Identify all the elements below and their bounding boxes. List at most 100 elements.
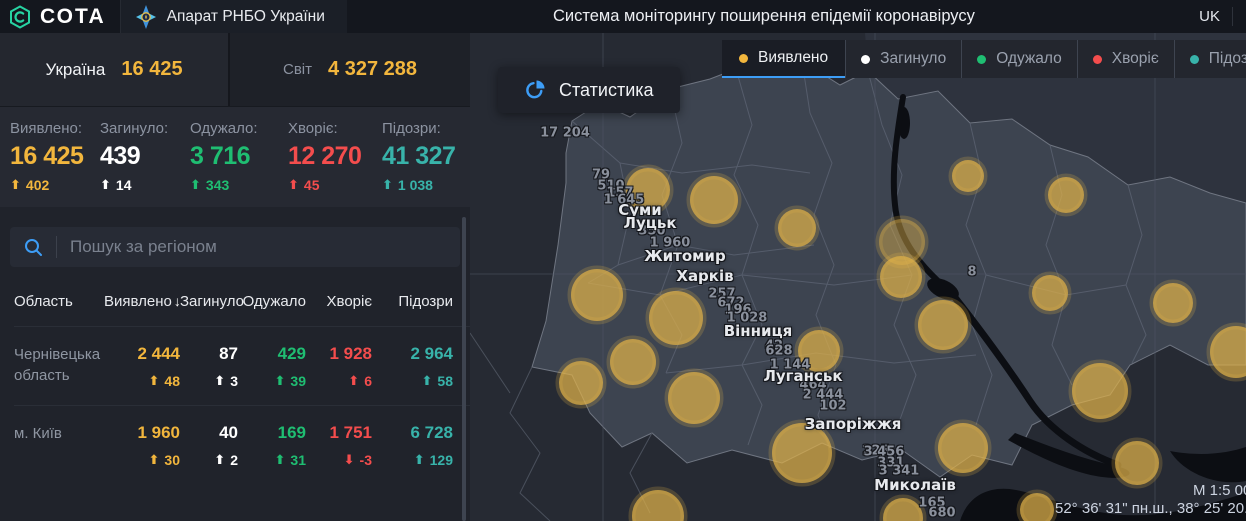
case-bubble[interactable] (938, 423, 988, 473)
legend-tab-sick[interactable]: Хворіє (1077, 40, 1174, 78)
case-bubble[interactable] (668, 372, 720, 424)
header-right-divider (1232, 7, 1233, 26)
cell-value: 6 728 (372, 423, 453, 443)
sota-brand[interactable]: СОТА (0, 0, 120, 33)
region-search (10, 227, 460, 267)
column-header-2[interactable]: Загинуло (180, 293, 238, 310)
search-input[interactable] (57, 237, 387, 257)
cell-delta: ⬆129 (372, 452, 453, 468)
stat-delta: ⬆1 038 (382, 177, 470, 193)
recovered-dot-icon (977, 55, 986, 64)
case-bubble[interactable] (798, 330, 840, 372)
stat-value: 12 270 (288, 142, 382, 171)
case-bubble[interactable] (571, 269, 623, 321)
map-area[interactable]: 17 204795101571 6453501 9602576721961 02… (470, 33, 1246, 521)
cell-delta-value: 30 (164, 452, 180, 468)
sidebar-scrollbar[interactable] (462, 217, 466, 521)
table-cell: 1 928⬆6 (306, 344, 372, 389)
case-bubble[interactable] (690, 176, 738, 224)
column-header-4[interactable]: Хворіє (306, 293, 372, 310)
case-bubble[interactable] (778, 209, 816, 247)
cell-delta-value: 48 (164, 373, 180, 389)
case-bubble[interactable] (918, 300, 968, 350)
tab-ukraine-label: Україна (45, 60, 105, 80)
national-stats: Виявлено:16 425⬆402Загинуло: 439 ⬆ 14 Одужал… (0, 107, 470, 207)
column-header-0[interactable]: Область (14, 293, 104, 310)
case-bubble[interactable] (649, 291, 703, 345)
language-switcher[interactable]: UK (1199, 0, 1220, 33)
case-bubble[interactable] (1032, 275, 1068, 311)
up-arrow-icon: ⬆ (214, 454, 225, 467)
table-row[interactable]: Чернівецька область2 444⬆4887⬆3429⬆391 9… (14, 326, 470, 389)
column-header-5[interactable]: Підозри (372, 293, 453, 310)
table-header: ОбластьВиявлено↓ЗагинулоОдужалоХворієПід… (14, 293, 470, 310)
up-arrow-icon: ⬆ (382, 179, 393, 192)
cell-delta: ⬆3 (180, 373, 238, 389)
case-bubble[interactable] (632, 490, 684, 521)
statistics-button[interactable]: Статистика (498, 67, 680, 113)
legend-tab-label: Підозри (1209, 50, 1246, 68)
stat-1: Загинуло:439⬆14 (100, 120, 190, 207)
case-bubble[interactable] (1048, 177, 1084, 213)
stat-2: Одужало:3 716⬆343 (190, 120, 288, 207)
case-bubble[interactable] (772, 423, 832, 483)
legend-tab-deaths[interactable]: Загинуло (845, 40, 961, 78)
table-cell: 1 960 ⬆ 30 (104, 423, 180, 468)
case-bubble[interactable] (952, 160, 984, 192)
stat-label: Підозри: (382, 120, 470, 137)
cell-delta-value: 6 (364, 373, 372, 389)
column-header-1[interactable]: Виявлено↓ (104, 293, 180, 310)
stat-delta-value: 402 (26, 177, 49, 193)
case-bubble[interactable] (880, 256, 922, 298)
search-icon (24, 238, 43, 257)
stat-label: Виявлено: (10, 120, 100, 137)
cell-delta-value: 3 (230, 373, 238, 389)
legend-tab-recovered[interactable]: Одужало (961, 40, 1077, 78)
case-bubble[interactable] (559, 361, 603, 405)
statistics-button-label: Статистика (559, 80, 654, 101)
case-bubble[interactable] (883, 498, 923, 521)
cell-delta-value: 58 (437, 373, 453, 389)
case-bubble[interactable] (1020, 493, 1054, 521)
stat-delta-value: 14 (116, 177, 132, 193)
table-cell: 429⬆39 (238, 344, 306, 389)
stat-0: Виявлено:16 425⬆402 (10, 120, 100, 207)
column-header-3[interactable]: Одужало (238, 293, 306, 310)
cell-delta: ⬆31 (238, 452, 306, 468)
up-arrow-icon: ⬆ (348, 375, 359, 388)
brand-name: СОТА (40, 5, 106, 29)
up-arrow-icon: ⬆ (422, 375, 433, 388)
case-bubble[interactable] (1210, 326, 1246, 378)
stat-value: 439 (100, 142, 190, 171)
up-arrow-icon: ⬆ (149, 454, 160, 467)
tab-world[interactable]: Світ 4 327 288 (230, 33, 470, 106)
cell-value: 87 (180, 344, 238, 364)
stat-label: Одужало: (190, 120, 288, 137)
stat-label: Загинуло: (100, 120, 190, 137)
table-body: Чернівецька область2 444⬆4887⬆3429⬆391 9… (14, 326, 470, 468)
case-bubble[interactable] (610, 339, 656, 385)
legend-tab-suspicion[interactable]: Підозри (1174, 40, 1246, 78)
tab-ukraine[interactable]: Україна 16 425 (0, 33, 230, 106)
legend-tab-confirmed[interactable]: Виявлено (722, 40, 845, 78)
cell-value: 2 444 (104, 344, 180, 364)
cell-delta-value: 2 (230, 452, 238, 468)
stat-delta: ⬆343 (190, 177, 288, 193)
case-bubble[interactable] (1072, 363, 1128, 419)
tab-world-value: 4 327 288 (328, 58, 417, 81)
map-coordinates: 52° 36' 31" пн.ш., 38° 25' 20.2 (1055, 500, 1246, 517)
case-bubble[interactable] (1115, 441, 1159, 485)
case-bubble[interactable] (626, 168, 670, 212)
cell-delta: ⬆48 (104, 373, 180, 389)
case-bubble[interactable] (1153, 283, 1193, 323)
stat-delta-value: 45 (304, 177, 320, 193)
stat-4: Підозри:41 327⬆1 038 (382, 120, 470, 207)
cell-delta-value: 129 (430, 452, 453, 468)
cell-value: 1 751 (306, 423, 372, 443)
suspicion-dot-icon (1190, 55, 1199, 64)
regions-table: ОбластьВиявлено↓ЗагинулоОдужалоХворієПід… (0, 293, 470, 468)
cell-value: 2 964 (372, 344, 453, 364)
cell-value: 1 960 (104, 423, 180, 443)
up-arrow-icon: ⬆ (275, 375, 286, 388)
table-row[interactable]: м. Київ1 960⬆3040⬆2169⬆311 751⬇-36 728⬆1… (14, 405, 470, 468)
